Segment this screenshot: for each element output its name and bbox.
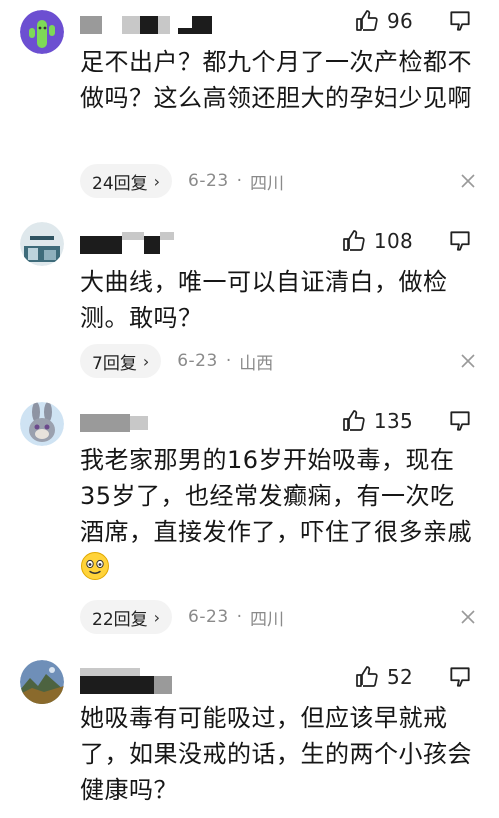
reply-count-label: 7回复 (92, 353, 137, 374)
dislike-button[interactable] (447, 664, 473, 690)
thumbs-up-icon (343, 230, 365, 251)
username-redacted[interactable] (80, 232, 190, 254)
comment-meta: 22回复 › 6-23 · 四川 (80, 600, 284, 634)
chevron-right-icon: › (153, 171, 161, 191)
dislike-button[interactable] (447, 8, 473, 34)
user-avatar[interactable] (20, 10, 64, 54)
thumbs-up-icon (356, 666, 378, 687)
reply-count-button[interactable]: 7回复 › (80, 344, 162, 378)
thumbs-up-icon (356, 10, 378, 31)
reply-count-label: 22回复 (92, 609, 148, 630)
smile-emoji-icon (81, 552, 109, 580)
meta-separator: · (236, 171, 243, 191)
like-button[interactable]: 52 (355, 664, 413, 690)
like-count: 108 (373, 229, 413, 253)
reply-count-label: 24回复 (92, 173, 148, 194)
comment-location: 山西 (239, 353, 274, 374)
like-count: 135 (373, 409, 413, 433)
comment-meta: 7回复 › 6-23 · 山西 (80, 344, 273, 378)
thumbs-down-icon (450, 667, 470, 687)
thumbs-down-icon (450, 231, 470, 251)
thumbs-down-icon (450, 11, 470, 31)
like-button[interactable]: 135 (342, 408, 413, 434)
comment-location: 四川 (250, 609, 285, 630)
comment-location: 四川 (250, 173, 285, 194)
username-redacted[interactable] (80, 14, 212, 36)
cactus-avatar-icon (20, 10, 64, 54)
close-icon[interactable] (459, 172, 477, 190)
user-avatar[interactable] (20, 660, 64, 704)
like-count: 52 (386, 665, 413, 689)
photo-avatar-icon (20, 222, 64, 266)
thumbs-up-icon (343, 410, 365, 431)
bunny-avatar-icon (20, 402, 64, 446)
comment-text: 我老家那男的16岁开始吸毒，现在35岁了，也经常发癫痫，有一次吃酒席，直接发作了… (80, 442, 472, 586)
meta-separator: · (225, 351, 232, 371)
comment-date: 6-23 (188, 171, 229, 191)
comment-text: 她吸毒有可能吸过，但应该早就戒了，如果没戒的话，生的两个小孩会健康吗？ (80, 704, 472, 804)
thumbs-down-icon (450, 411, 470, 431)
comment-date: 6-23 (177, 351, 218, 371)
mountain-avatar-icon (20, 660, 64, 704)
username-redacted[interactable] (80, 668, 190, 694)
reply-count-button[interactable]: 24回复 › (80, 164, 173, 198)
username-redacted[interactable] (80, 412, 160, 434)
dislike-button[interactable] (447, 228, 473, 254)
close-icon[interactable] (459, 608, 477, 626)
chevron-right-icon: › (142, 351, 150, 371)
close-icon[interactable] (459, 352, 477, 370)
comment-text: 大曲线，唯一可以自证清白，做检测。敢吗？ (80, 268, 448, 332)
dislike-button[interactable] (447, 408, 473, 434)
comment-text-body: 我老家那男的16岁开始吸毒，现在35岁了，也经常发癫痫，有一次吃酒席，直接发作了… (80, 446, 472, 546)
comment-date: 6-23 (188, 607, 229, 627)
meta-separator: · (236, 607, 243, 627)
like-count: 96 (386, 9, 413, 33)
reply-count-button[interactable]: 22回复 › (80, 600, 173, 634)
chevron-right-icon: › (153, 607, 161, 627)
like-button[interactable]: 108 (342, 228, 413, 254)
comment-meta: 24回复 › 6-23 · 四川 (80, 164, 284, 198)
user-avatar[interactable] (20, 402, 64, 446)
like-button[interactable]: 96 (355, 8, 413, 34)
comment-text: 足不出户？都九个月了一次产检都不做吗？这么高领还胆大的孕妇少见啊 (80, 48, 472, 112)
user-avatar[interactable] (20, 222, 64, 266)
